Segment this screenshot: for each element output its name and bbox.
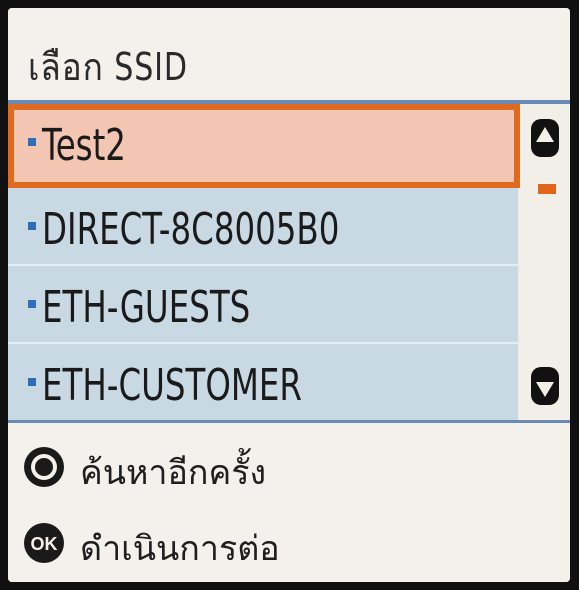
search-again-label: ค้นหาอีกครั้ง	[80, 453, 267, 493]
ssid-item-eth-guests[interactable]: ETH-GUESTS	[8, 266, 518, 344]
ok-button-icon: OK	[24, 523, 64, 563]
ssid-item-test2[interactable]: Test2	[8, 104, 520, 188]
ssid-list: Test2 DIRECT-8C8005B0 ETH-GUESTS ETH-CUS…	[8, 104, 520, 422]
scroll-position-indicator	[538, 184, 556, 194]
title-bar: เลือก SSID	[8, 8, 570, 102]
ssid-item-eth-customer[interactable]: ETH-CUSTOMER	[8, 344, 518, 422]
scroll-up-arrow-icon[interactable]	[530, 118, 560, 158]
continue-hint: OK ดำเนินการต่อ	[22, 515, 562, 575]
bullet-icon	[28, 378, 36, 386]
bullet-icon	[28, 222, 36, 230]
ssid-item-direct[interactable]: DIRECT-8C8005B0	[8, 188, 518, 266]
ssid-item-label: DIRECT-8C8005B0	[42, 204, 340, 255]
continue-label: ดำเนินการต่อ	[80, 529, 280, 569]
scrollbar[interactable]	[520, 104, 570, 420]
search-again-hint: ค้นหาอีกครั้ง	[22, 439, 562, 499]
ssid-item-label: Test2	[42, 120, 126, 171]
scroll-down-arrow-icon[interactable]	[530, 366, 560, 406]
ssid-item-label: ETH-GUESTS	[42, 282, 251, 333]
button-hint-footer: ค้นหาอีกครั้ง OK ดำเนินการต่อ	[8, 420, 570, 582]
ok-icon-text: OK	[31, 534, 58, 554]
page-title: เลือก SSID	[28, 45, 188, 89]
printer-lcd-screen: เลือก SSID Test2 DIRECT-8C8005B0 ETH-GUE…	[8, 8, 570, 582]
bullet-icon	[28, 300, 36, 308]
ssid-item-label: ETH-CUSTOMER	[42, 360, 302, 411]
bullet-icon	[28, 138, 36, 146]
refresh-button-icon	[24, 447, 64, 487]
